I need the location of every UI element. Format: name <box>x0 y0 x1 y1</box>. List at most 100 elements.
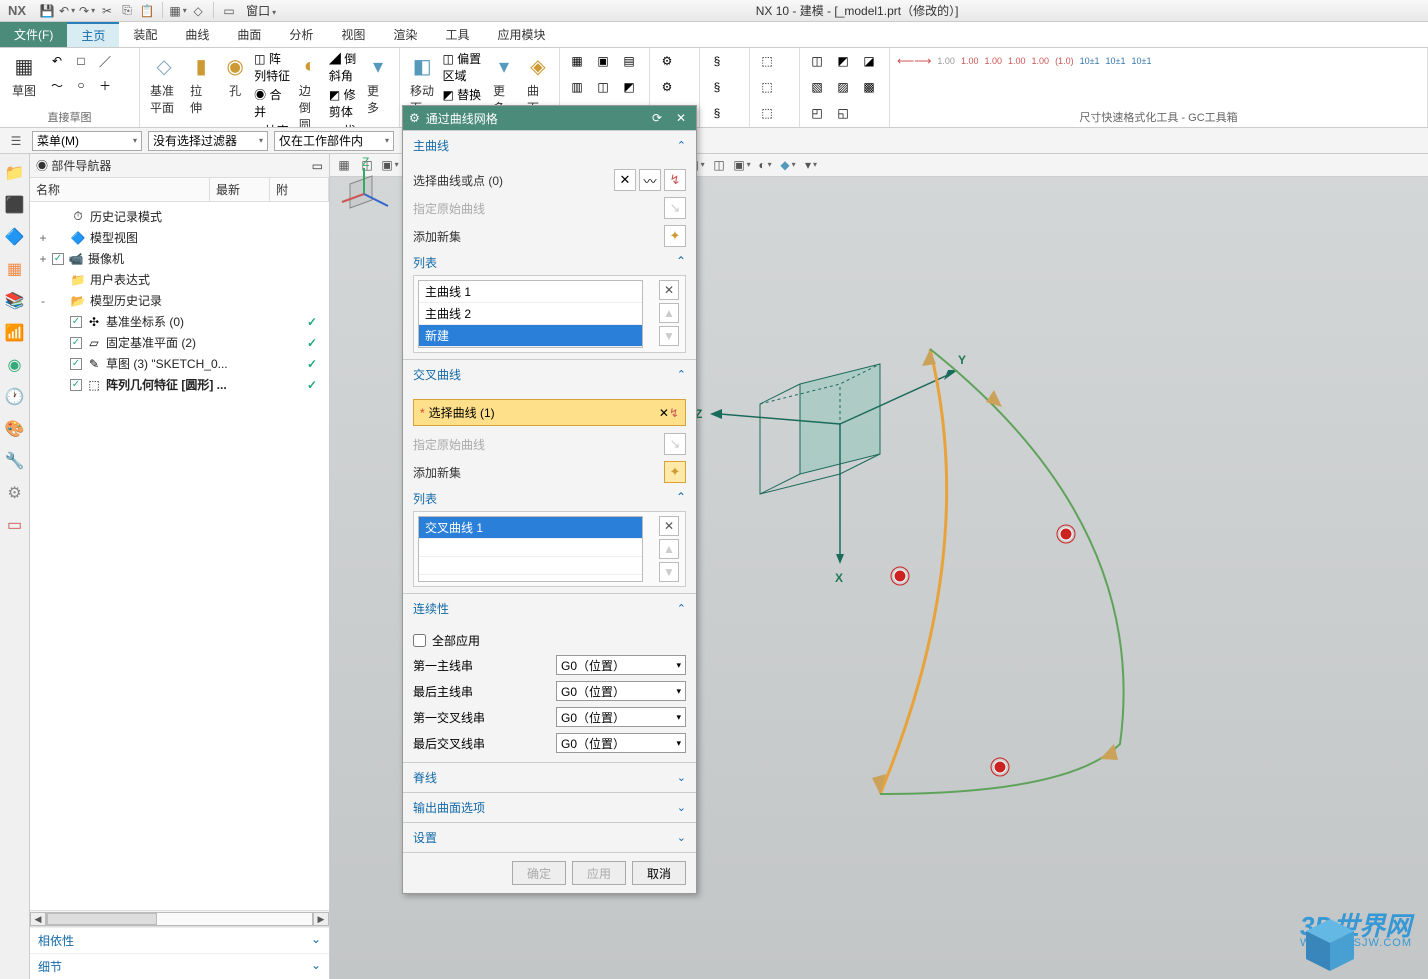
qat-icon-1[interactable]: ▦ <box>169 2 187 20</box>
dim-val[interactable]: (1.0) <box>1055 51 1074 71</box>
section-continuity[interactable]: 连续性⌃ <box>403 594 696 623</box>
tab-surface[interactable]: 曲面 <box>223 22 275 47</box>
tree-row[interactable]: +✓📹摄像机 <box>32 248 327 269</box>
nav-icon[interactable]: 📶 <box>4 322 26 344</box>
main-curve-list[interactable]: 主曲线 1 主曲线 2 新建 <box>418 280 643 348</box>
menu-icon[interactable]: ☰ <box>6 131 26 151</box>
tool-icon[interactable]: ▤ <box>619 51 639 71</box>
tree-row[interactable]: ✓✣基准坐标系 (0)✓ <box>32 311 327 332</box>
datum-plane-button[interactable]: ◇基准平面 <box>146 50 182 118</box>
mfg-icon[interactable]: ⬚ <box>757 77 777 97</box>
close-icon[interactable]: ✕ <box>672 109 690 127</box>
col-latest[interactable]: 最新 <box>210 178 270 201</box>
section-output[interactable]: 输出曲面选项⌄ <box>403 793 696 822</box>
spring-icon[interactable]: § <box>707 51 727 71</box>
hole-button[interactable]: ◉孔 <box>220 50 250 101</box>
scroll-thumb[interactable] <box>47 913 157 925</box>
tab-view[interactable]: 视图 <box>327 22 379 47</box>
apply-button[interactable]: 应用 <box>572 861 626 885</box>
tree-row[interactable]: ✓▱固定基准平面 (2)✓ <box>32 332 327 353</box>
nav-icon[interactable]: ◉ <box>4 354 26 376</box>
nav-icon[interactable]: ⚙ <box>4 482 26 504</box>
tool-icon[interactable]: ◪ <box>859 51 879 71</box>
arc-icon[interactable]: 〜 <box>47 75 67 95</box>
list-item[interactable]: 交叉曲线 1 <box>419 517 642 539</box>
sketch-button[interactable]: ▦草图 <box>6 50 42 101</box>
tree-body[interactable]: ⏱历史记录模式+🔷模型视图+✓📹摄像机📁用户表达式-📂模型历史记录✓✣基准坐标系… <box>30 202 329 910</box>
window-icon[interactable]: ▭ <box>220 2 238 20</box>
nav-icon[interactable]: 🕐 <box>4 386 26 408</box>
section-settings[interactable]: 设置⌄ <box>403 823 696 852</box>
cancel-button[interactable]: 取消 <box>632 861 686 885</box>
dim-val[interactable]: 10±1 <box>1080 51 1100 71</box>
expand-icon[interactable]: + <box>38 252 48 266</box>
tool-icon[interactable]: ◫ <box>807 51 827 71</box>
down-icon[interactable]: ▼ <box>659 326 679 346</box>
window-menu[interactable]: 窗口 <box>240 2 282 20</box>
col-attach[interactable]: 附 <box>270 178 329 201</box>
nav-icon[interactable]: 📚 <box>4 290 26 312</box>
save-icon[interactable]: 💾 <box>38 2 56 20</box>
down-icon[interactable]: ▼ <box>659 562 679 582</box>
checkbox-icon[interactable]: ✓ <box>52 253 64 265</box>
menu-dropdown[interactable]: 菜单(M) <box>32 131 142 151</box>
h-scrollbar[interactable]: ◀ ▶ <box>30 910 329 926</box>
tab-render[interactable]: 渲染 <box>379 22 431 47</box>
dim-val[interactable]: 10±1 <box>1106 51 1126 71</box>
delete-icon[interactable]: ✕ <box>659 280 679 300</box>
add-icon[interactable]: ✦ <box>664 461 686 483</box>
col-name[interactable]: 名称 <box>30 178 210 201</box>
nav-icon[interactable]: 🔷 <box>4 226 26 248</box>
section-main-curve[interactable]: 主曲线⌃ <box>403 131 696 160</box>
checkbox-icon[interactable]: ✓ <box>70 358 82 370</box>
gear-icon[interactable]: ⚙ <box>409 111 420 125</box>
delete-icon[interactable]: ✕ <box>659 516 679 536</box>
nav-icon[interactable]: 🔧 <box>4 450 26 472</box>
list-item[interactable]: 新建 <box>419 325 642 347</box>
checkbox-icon[interactable]: ✓ <box>70 316 82 328</box>
copy-icon[interactable]: ⎘ <box>118 2 136 20</box>
dim-val[interactable]: 10±1 <box>1132 51 1152 71</box>
expand-icon[interactable]: + <box>38 231 48 245</box>
cross-curve-list[interactable]: 交叉曲线 1 <box>418 516 643 582</box>
rect-icon[interactable]: □ <box>71 51 91 71</box>
tab-appmodule[interactable]: 应用模块 <box>483 22 559 47</box>
checkbox-icon[interactable]: ✓ <box>70 337 82 349</box>
file-tab[interactable]: 文件(F) <box>0 22 67 47</box>
tab-tools[interactable]: 工具 <box>431 22 483 47</box>
tool-icon[interactable]: ▥ <box>567 77 587 97</box>
add-icon[interactable]: ✦ <box>664 225 686 247</box>
edge-blend-button[interactable]: ◐边倒圆 <box>295 50 325 128</box>
tree-row[interactable]: -📂模型历史记录 <box>32 290 327 311</box>
more-button[interactable]: ▾更多 <box>363 50 393 118</box>
section-cross-curve[interactable]: 交叉曲线⌃ <box>403 360 696 389</box>
intersect-icon[interactable]: ✕ <box>659 406 669 420</box>
list-item[interactable]: 主曲线 1 <box>419 281 642 303</box>
list-header[interactable]: 列表⌃ <box>413 486 686 511</box>
mfg-icon[interactable]: ⬚ <box>757 103 777 123</box>
tool-icon[interactable]: ◫ <box>593 77 613 97</box>
dim-val[interactable]: 1.00 <box>1032 51 1050 71</box>
line-icon[interactable]: ↶ <box>47 51 67 71</box>
tool-icon[interactable]: ◰ <box>807 103 827 123</box>
continuity-select[interactable]: G0（位置）▾ <box>556 733 686 753</box>
intersect-icon[interactable]: ✕ <box>614 169 636 191</box>
plus-icon[interactable]: ＋ <box>95 75 115 95</box>
extrude-button[interactable]: ▮拉伸 <box>186 50 216 118</box>
list-header[interactable]: 列表⌃ <box>413 250 686 275</box>
tree-row[interactable]: ✓⬚阵列几何特征 [圆形] ...✓ <box>32 374 327 395</box>
scroll-right-icon[interactable]: ▶ <box>313 912 329 926</box>
mfg-icon[interactable]: ⬚ <box>757 51 777 71</box>
filter-dropdown-1[interactable]: 没有选择过滤器 <box>148 131 268 151</box>
up-icon[interactable]: ▲ <box>659 539 679 559</box>
tool-icon[interactable]: ◱ <box>833 103 853 123</box>
cut-icon[interactable]: ✂ <box>98 2 116 20</box>
tool-icon[interactable]: ▣ <box>593 51 613 71</box>
scroll-left-icon[interactable]: ◀ <box>30 912 46 926</box>
tool-icon[interactable]: ◩ <box>833 51 853 71</box>
pattern-feature-button[interactable]: ◫ 阵列特征 <box>254 50 291 84</box>
dim-val[interactable]: 1.00 <box>961 51 979 71</box>
list-item[interactable]: 主曲线 2 <box>419 303 642 325</box>
tool-icon[interactable]: ▩ <box>859 77 879 97</box>
panel-max-icon[interactable]: ▭ <box>312 159 323 173</box>
